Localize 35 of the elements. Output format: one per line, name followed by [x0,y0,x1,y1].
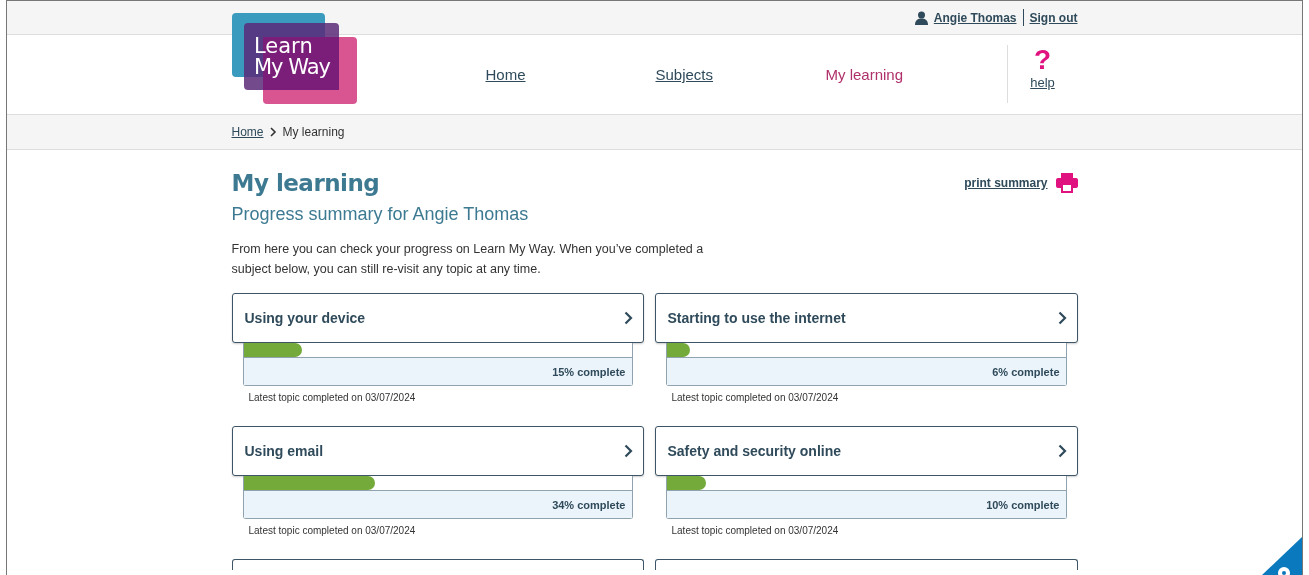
subject-card[interactable] [231,559,644,570]
print-summary-link[interactable]: print summary [964,176,1048,190]
printer-icon[interactable] [1055,173,1078,193]
chevron-icon [623,444,633,458]
nav-link[interactable]: Home [485,66,656,83]
subject-button[interactable]: Starting to use the internet [654,293,1078,343]
breadcrumb-link[interactable]: Home [231,125,264,139]
sign-out-link[interactable]: Sign out [1029,10,1078,25]
progress-reading: 34% complete [552,498,626,511]
nav-link[interactable]: My learning [825,66,996,83]
subject-button[interactable]: Safety and security online [654,426,1078,476]
latest-topic-text: Latest topic completed on 03/07/2024 [671,525,840,536]
help-question-icon[interactable]: ? [1033,45,1052,75]
latest-topic-text: Latest topic completed on 03/07/2024 [248,392,417,403]
page-subtitle: Progress summary for Angie Thomas [231,204,530,225]
intro-text: From here you can check your progress on Learn My Way. When you’ve completed a subject below, you can still re-visit any topic at any time. [231,241,705,278]
chevron-icon [1057,311,1067,325]
help-link[interactable]: help [1030,75,1055,90]
user-name-link[interactable]: Angie Thomas [933,10,1017,25]
breadcrumb-current: My learning [282,125,345,139]
chevron-icon [623,311,633,325]
progress-reading: 15% complete [552,365,626,378]
progress-reading: 6% complete [992,365,1060,378]
progress-reading: 10% complete [986,498,1060,511]
chevron-icon [269,127,277,137]
nav-link[interactable]: Subjects [655,66,826,83]
latest-topic-text: Latest topic completed on 03/07/2024 [671,392,840,403]
latest-topic-text: Latest topic completed on 03/07/2024 [248,525,417,536]
subject-card[interactable] [654,559,1078,570]
page-title: My learning [231,170,380,196]
subject-button[interactable]: Using your device [231,293,644,343]
settings-corner-icon[interactable] [1262,537,1302,575]
chevron-icon [1057,444,1067,458]
subject-button[interactable]: Using email [231,426,644,476]
user-icon [914,10,928,25]
